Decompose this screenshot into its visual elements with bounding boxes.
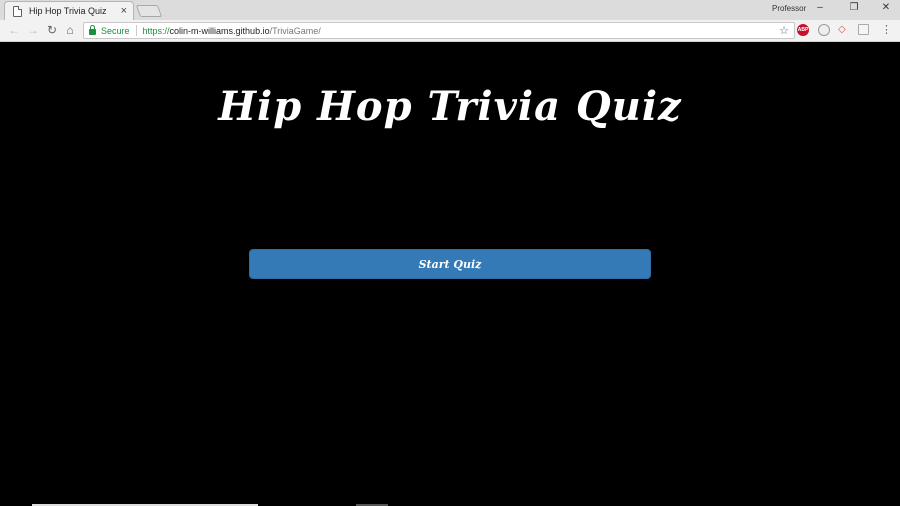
bookmark-star-icon[interactable]: ☆ [779, 24, 789, 37]
browser-tab[interactable]: Hip Hop Trivia Quiz × [4, 1, 134, 20]
close-window-icon[interactable]: ✕ [878, 2, 894, 13]
secure-label[interactable]: Secure [101, 26, 130, 36]
browser-toolbar: ← → ↻ ⌂ Secure https:// colin-m-williams… [0, 20, 900, 42]
tab-close-icon[interactable]: × [121, 5, 127, 17]
lock-icon[interactable] [89, 25, 96, 35]
forward-icon[interactable]: → [26, 23, 40, 37]
page-viewport: Hip Hop Trivia Quiz Start Quiz [0, 43, 900, 506]
extension-icon[interactable] [818, 24, 830, 36]
divider [135, 25, 137, 36]
start-quiz-button[interactable]: Start Quiz [249, 249, 651, 279]
restore-icon[interactable]: ❐ [846, 2, 862, 13]
address-bar[interactable]: Secure https:// colin-m-williams.github.… [83, 22, 795, 39]
minimize-icon[interactable]: – [812, 2, 828, 13]
extension-icon[interactable]: ◇ [838, 24, 850, 36]
url-scheme[interactable]: https:// [143, 26, 170, 36]
new-tab-button[interactable] [135, 5, 163, 17]
profile-name[interactable]: Professor [772, 4, 806, 13]
url-host[interactable]: colin-m-williams.github.io [170, 26, 270, 36]
reload-icon[interactable]: ↻ [45, 23, 59, 37]
page-icon [13, 5, 22, 17]
tab-strip: Hip Hop Trivia Quiz × Professor – ❐ ✕ [0, 0, 900, 20]
url-path[interactable]: /TriviaGame/ [270, 26, 321, 36]
extension-icon[interactable] [858, 24, 869, 35]
home-icon[interactable]: ⌂ [63, 23, 77, 37]
back-icon[interactable]: ← [7, 23, 21, 37]
adblock-icon[interactable]: ABP [797, 24, 809, 36]
page-title: Hip Hop Trivia Quiz [218, 83, 682, 130]
menu-icon[interactable]: ⋮ [881, 22, 892, 38]
tab-title: Hip Hop Trivia Quiz [29, 6, 107, 16]
